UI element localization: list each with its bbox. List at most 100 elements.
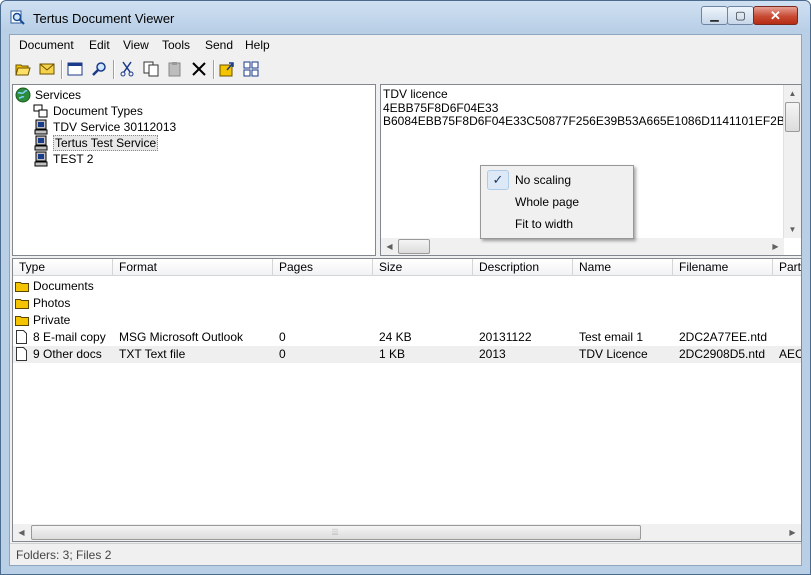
tree-item-tertus-test-service[interactable]: Tertus Test Service <box>33 135 159 151</box>
tree-item-label: TEST 2 <box>53 152 94 166</box>
column-header-party[interactable]: Party <box>773 259 801 276</box>
tree-item-label: Tertus Test Service <box>53 135 159 151</box>
computer-icon <box>34 119 48 135</box>
file-row[interactable]: 9 Other docs TXT Text file 0 1 KB 2013 T… <box>13 346 801 363</box>
menu-item-fit-to-width[interactable]: Fit to width <box>515 217 573 231</box>
menu-edit[interactable]: Edit <box>89 38 110 52</box>
minimize-icon: ▁ <box>710 10 719 22</box>
export-button[interactable] <box>217 59 237 79</box>
grid-icon <box>243 61 259 77</box>
file-icon <box>16 347 27 361</box>
search-button[interactable] <box>89 59 109 79</box>
app-magnifier-icon <box>10 10 25 25</box>
cut-button[interactable] <box>117 59 137 79</box>
file-format: TXT Text file <box>119 347 186 361</box>
menu-item-whole-page[interactable]: Whole page <box>515 195 579 209</box>
file-size: 24 KB <box>379 330 412 344</box>
tree-item-test-2[interactable]: TEST 2 <box>33 151 93 167</box>
folder-name: Documents <box>33 279 94 293</box>
copy-button[interactable] <box>141 59 161 79</box>
paste-icon <box>168 62 181 77</box>
documents-list[interactable]: Type Format Pages Size Description Name … <box>12 258 802 542</box>
preview-vertical-scrollbar[interactable]: ▲ ▼ <box>783 85 801 238</box>
scroll-thumb[interactable] <box>398 239 430 254</box>
file-name: TDV Licence <box>579 347 648 361</box>
close-icon: ✕ <box>770 7 781 23</box>
scroll-thumb[interactable]: ⦙⦙⦙ <box>31 525 641 540</box>
copy-icon <box>143 61 159 77</box>
tree-root-services[interactable]: Services <box>15 87 81 103</box>
toolbar-separator <box>213 60 215 79</box>
scroll-down-icon[interactable]: ▼ <box>784 221 801 238</box>
column-header-pages[interactable]: Pages <box>273 259 373 276</box>
window-icon <box>67 62 83 76</box>
tree-item-label: TDV Service 30112013 <box>53 120 177 134</box>
maximize-icon: ▢ <box>735 10 746 22</box>
folder-row[interactable]: Private <box>13 312 801 329</box>
scaling-context-menu: ✓ No scaling Whole page Fit to width <box>480 165 634 239</box>
folder-icon <box>15 282 29 292</box>
column-header-type[interactable]: Type <box>13 259 113 276</box>
scroll-right-icon[interactable]: ▶ <box>767 238 784 255</box>
grip-icon: ⦙⦙⦙ <box>332 527 339 537</box>
services-tree[interactable]: Services Document Types TDV Service 3011… <box>12 84 376 256</box>
grid-button[interactable] <box>241 59 261 79</box>
document-types-icon <box>33 104 48 118</box>
computer-icon <box>34 135 48 151</box>
file-row[interactable]: 8 E-mail copy MSG Microsoft Outlook 0 24… <box>13 329 801 346</box>
delete-button[interactable] <box>189 59 209 79</box>
window-button[interactable] <box>65 59 85 79</box>
column-header-size[interactable]: Size <box>373 259 473 276</box>
menu-help[interactable]: Help <box>245 38 270 52</box>
globe-icon <box>15 87 31 103</box>
menu-tools[interactable]: Tools <box>162 38 190 52</box>
folder-name: Private <box>33 313 71 327</box>
app-window: Tertus Document Viewer ▁ ▢ ✕ Document Ed… <box>0 0 811 575</box>
folder-row[interactable]: Photos <box>13 295 801 312</box>
title-bar[interactable]: Tertus Document Viewer ▁ ▢ ✕ <box>1 1 810 35</box>
file-type: 9 Other docs <box>33 347 102 361</box>
status-bar: Folders: 3; Files 2 <box>10 543 801 566</box>
menu-item-no-scaling[interactable]: No scaling <box>515 173 571 187</box>
scroll-right-icon[interactable]: ▶ <box>784 524 801 541</box>
envelope-button[interactable] <box>37 59 57 79</box>
file-description: 20131122 <box>479 330 532 344</box>
menu-send[interactable]: Send <box>205 38 233 52</box>
scroll-left-icon[interactable]: ◀ <box>13 524 30 541</box>
minimize-button[interactable]: ▁ <box>701 6 728 25</box>
tree-item-tdv-service[interactable]: TDV Service 30112013 <box>33 119 176 135</box>
scroll-up-icon[interactable]: ▲ <box>784 85 801 102</box>
open-folder-button[interactable] <box>13 59 33 79</box>
column-header-format[interactable]: Format <box>113 259 273 276</box>
folder-row[interactable]: Documents <box>13 278 801 295</box>
file-pages: 0 <box>279 330 286 344</box>
file-format: MSG Microsoft Outlook <box>119 330 244 344</box>
toolbar <box>10 57 801 83</box>
delete-x-icon <box>192 62 206 76</box>
preview-horizontal-scrollbar[interactable]: ◀ ▶ <box>381 238 784 255</box>
file-name: Test email 1 <box>579 330 644 344</box>
paste-button[interactable] <box>165 59 185 79</box>
file-icon <box>16 330 27 344</box>
column-header-name[interactable]: Name <box>573 259 673 276</box>
file-type: 8 E-mail copy <box>33 330 106 344</box>
column-header-filename[interactable]: Filename <box>673 259 773 276</box>
client-area: Document Edit View Tools Send Help Servi… <box>9 34 802 566</box>
column-header-description[interactable]: Description <box>473 259 573 276</box>
close-button[interactable]: ✕ <box>753 6 798 25</box>
scissors-icon <box>120 61 134 77</box>
file-description: 2013 <box>479 347 506 361</box>
maximize-button[interactable]: ▢ <box>727 6 754 25</box>
menu-view[interactable]: View <box>123 38 149 52</box>
tree-root-label: Services <box>35 88 82 102</box>
envelope-icon <box>39 63 55 75</box>
list-horizontal-scrollbar[interactable]: ◀ ⦙⦙⦙ ▶ <box>13 524 801 541</box>
toolbar-separator <box>113 60 115 79</box>
tree-item-document-types[interactable]: Document Types <box>33 103 143 119</box>
file-filename: 2DC2A77EE.ntd <box>679 330 768 344</box>
scroll-left-icon[interactable]: ◀ <box>381 238 398 255</box>
scroll-thumb[interactable] <box>785 102 800 132</box>
menu-document[interactable]: Document <box>19 38 74 52</box>
checkmark-icon: ✓ <box>487 170 509 190</box>
file-size: 1 KB <box>379 347 406 361</box>
